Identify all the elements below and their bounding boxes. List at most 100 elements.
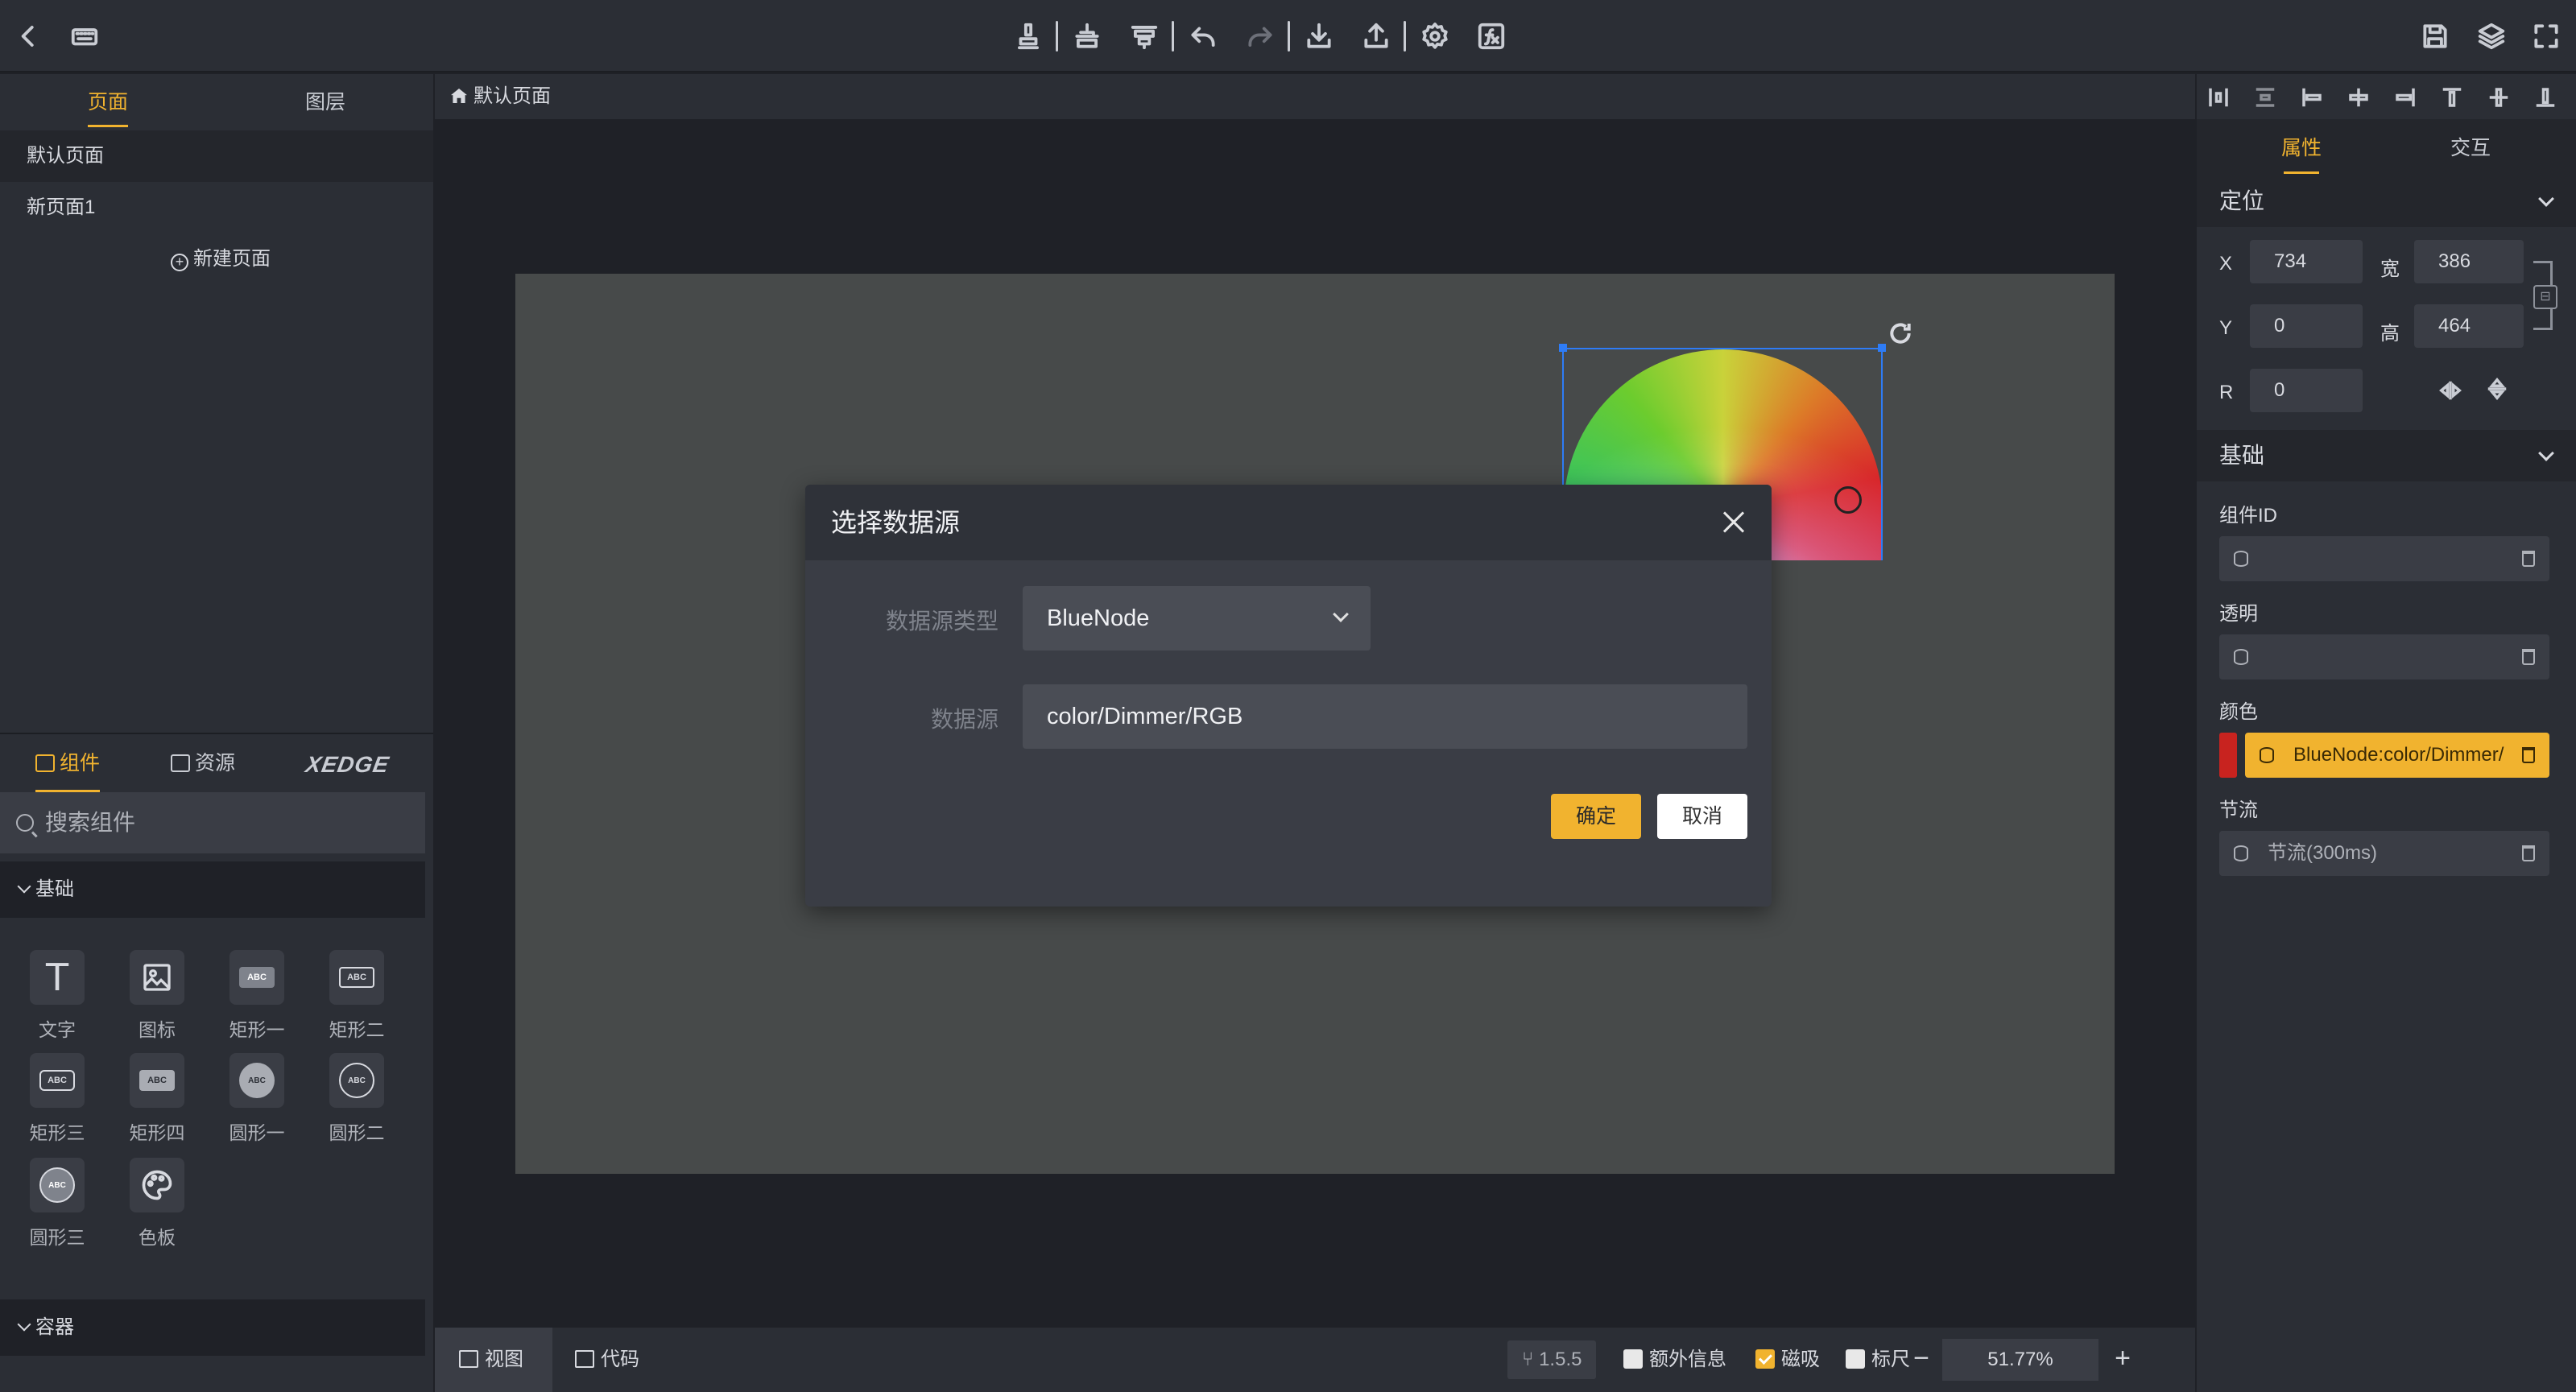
circle-icon: ABC bbox=[329, 1053, 384, 1108]
upload-icon[interactable] bbox=[1356, 16, 1396, 56]
datasource-type-select[interactable]: BlueNode bbox=[1023, 586, 1371, 651]
datasource-input[interactable]: color/Dimmer/RGB bbox=[1023, 684, 1747, 749]
component-circle-2[interactable]: ABC 圆形二 bbox=[320, 1053, 393, 1145]
component-id-field[interactable] bbox=[2219, 536, 2549, 581]
save-icon[interactable] bbox=[2415, 16, 2455, 56]
settings-icon[interactable] bbox=[1415, 16, 1455, 56]
back-icon[interactable] bbox=[8, 16, 48, 56]
height-input[interactable]: 464 bbox=[2414, 304, 2524, 348]
component-text[interactable]: T 文字 bbox=[21, 950, 93, 1042]
width-input[interactable]: 386 bbox=[2414, 240, 2524, 283]
database-icon bbox=[2234, 649, 2248, 665]
tab-layers[interactable]: 图层 bbox=[245, 74, 406, 130]
tab-properties[interactable]: 属性 bbox=[2221, 119, 2382, 177]
trash-icon[interactable] bbox=[2522, 649, 2535, 665]
zoom-in-button[interactable]: + bbox=[2102, 1339, 2144, 1381]
breadcrumb-page[interactable]: 默认页面 bbox=[473, 85, 551, 107]
align-left-icon[interactable] bbox=[2300, 85, 2324, 109]
download-icon[interactable] bbox=[1299, 16, 1339, 56]
xedge-logo[interactable]: XEDGE bbox=[304, 752, 391, 778]
fullscreen-icon[interactable] bbox=[2526, 16, 2566, 56]
chevron-down-icon bbox=[1333, 606, 1349, 622]
version-label: 1.5.5 bbox=[1539, 1349, 1582, 1370]
align-bottom-icon[interactable] bbox=[2533, 85, 2557, 109]
tab-pages[interactable]: 页面 bbox=[27, 74, 188, 130]
code-tab[interactable]: 代码 bbox=[575, 1340, 639, 1379]
undo-icon[interactable] bbox=[1183, 16, 1223, 56]
align-center-v-icon[interactable] bbox=[2487, 85, 2511, 109]
dialog-header: 选择数据源 bbox=[805, 485, 1772, 560]
opacity-field[interactable] bbox=[2219, 634, 2549, 679]
resize-handle-tr[interactable] bbox=[1878, 344, 1886, 352]
tab-interaction[interactable]: 交互 bbox=[2390, 119, 2551, 177]
group-basic-header[interactable]: 基础 bbox=[0, 861, 425, 918]
rotation-input[interactable]: 0 bbox=[2250, 369, 2363, 412]
y-input[interactable]: 0 bbox=[2250, 304, 2363, 348]
component-rect-2[interactable]: ABC 矩形二 bbox=[320, 950, 393, 1042]
page-item-new1[interactable]: 新页面1 bbox=[0, 182, 433, 233]
color-swatch[interactable] bbox=[2219, 733, 2237, 778]
layout-icon bbox=[459, 1350, 478, 1368]
snap-checkbox[interactable]: 磁吸 bbox=[1755, 1340, 1820, 1379]
component-rect-1[interactable]: ABC 矩形一 bbox=[221, 950, 293, 1042]
confirm-button[interactable]: 确定 bbox=[1551, 794, 1641, 839]
rotate-icon[interactable] bbox=[1888, 320, 1913, 346]
component-circle-3[interactable]: ABC 圆形三 bbox=[21, 1158, 93, 1249]
flip-vertical-icon[interactable] bbox=[2485, 377, 2509, 401]
tab-components[interactable]: 组件 bbox=[35, 734, 101, 792]
stamp-icon[interactable] bbox=[1008, 16, 1048, 56]
align-top-icon[interactable] bbox=[2440, 85, 2464, 109]
search-input[interactable] bbox=[45, 810, 399, 836]
component-label: 矩形三 bbox=[29, 1122, 85, 1143]
tab-resources[interactable]: 资源 bbox=[171, 734, 235, 792]
section-basic-header[interactable]: 基础 bbox=[2197, 430, 2576, 481]
rotation-label: R bbox=[2219, 382, 2234, 403]
view-tab[interactable]: 视图 bbox=[435, 1328, 552, 1392]
color-binding-field[interactable]: BlueNode:color/Dimmer/ bbox=[2245, 733, 2549, 778]
component-image[interactable]: 图标 bbox=[121, 950, 193, 1042]
component-label: 矩形二 bbox=[329, 1019, 385, 1040]
component-label: 图标 bbox=[139, 1019, 176, 1040]
component-label: 圆形一 bbox=[229, 1122, 285, 1143]
cancel-button[interactable]: 取消 bbox=[1657, 794, 1747, 839]
new-page-button[interactable]: + 新建页面 bbox=[0, 233, 433, 285]
page-item-default[interactable]: 默认页面 bbox=[0, 130, 433, 182]
color-picker-handle[interactable] bbox=[1834, 486, 1862, 514]
component-rect-4[interactable]: ABC 矩形四 bbox=[121, 1053, 193, 1145]
plus-circle-icon: + bbox=[171, 254, 188, 271]
section-position-header[interactable]: 定位 bbox=[2197, 176, 2576, 227]
component-rect-3[interactable]: ABC 矩形三 bbox=[21, 1053, 93, 1145]
throttle-field[interactable]: 节流(300ms) bbox=[2219, 831, 2549, 876]
resize-handle-tl[interactable] bbox=[1559, 344, 1567, 352]
keyboard-icon[interactable] bbox=[64, 16, 105, 56]
align-right-icon[interactable] bbox=[2393, 85, 2417, 109]
palette-icon bbox=[130, 1158, 184, 1212]
aspect-lock-icon[interactable]: ⊟ bbox=[2533, 285, 2557, 309]
x-input[interactable]: 734 bbox=[2250, 240, 2363, 283]
align-center-h-icon[interactable] bbox=[2347, 85, 2371, 109]
abc-badge: ABC bbox=[139, 1070, 175, 1091]
properties-panel: 属性 交互 定位 X 734 宽 386 Y 0 高 464 ⊟ R 0 基础 … bbox=[2197, 74, 2576, 1392]
checkbox-checked-icon bbox=[1755, 1349, 1775, 1369]
group-container-header[interactable]: 容器 bbox=[0, 1299, 425, 1356]
component-label: 文字 bbox=[39, 1019, 76, 1040]
redo-icon[interactable] bbox=[1240, 16, 1280, 56]
component-palette[interactable]: 色板 bbox=[121, 1158, 193, 1249]
layers-icon[interactable] bbox=[2471, 16, 2512, 56]
trash-icon[interactable] bbox=[2522, 551, 2535, 567]
zoom-out-button[interactable]: − bbox=[1900, 1339, 1942, 1381]
align-top-icon[interactable] bbox=[1124, 16, 1164, 56]
zoom-level[interactable]: 51.77% bbox=[1942, 1339, 2098, 1381]
flip-horizontal-icon[interactable] bbox=[2438, 378, 2462, 403]
group-container-label: 容器 bbox=[35, 1316, 74, 1338]
distribute-v-icon[interactable] bbox=[2253, 85, 2277, 109]
trash-icon[interactable] bbox=[2522, 845, 2535, 861]
extra-info-checkbox[interactable]: 额外信息 bbox=[1623, 1340, 1726, 1379]
align-middle-icon[interactable] bbox=[1067, 16, 1107, 56]
distribute-h-icon[interactable] bbox=[2206, 85, 2231, 109]
home-icon[interactable] bbox=[451, 89, 467, 103]
function-icon[interactable] bbox=[1471, 16, 1511, 56]
component-circle-1[interactable]: ABC 圆形一 bbox=[221, 1053, 293, 1145]
trash-icon[interactable] bbox=[2522, 747, 2535, 763]
close-icon[interactable] bbox=[1718, 507, 1749, 538]
